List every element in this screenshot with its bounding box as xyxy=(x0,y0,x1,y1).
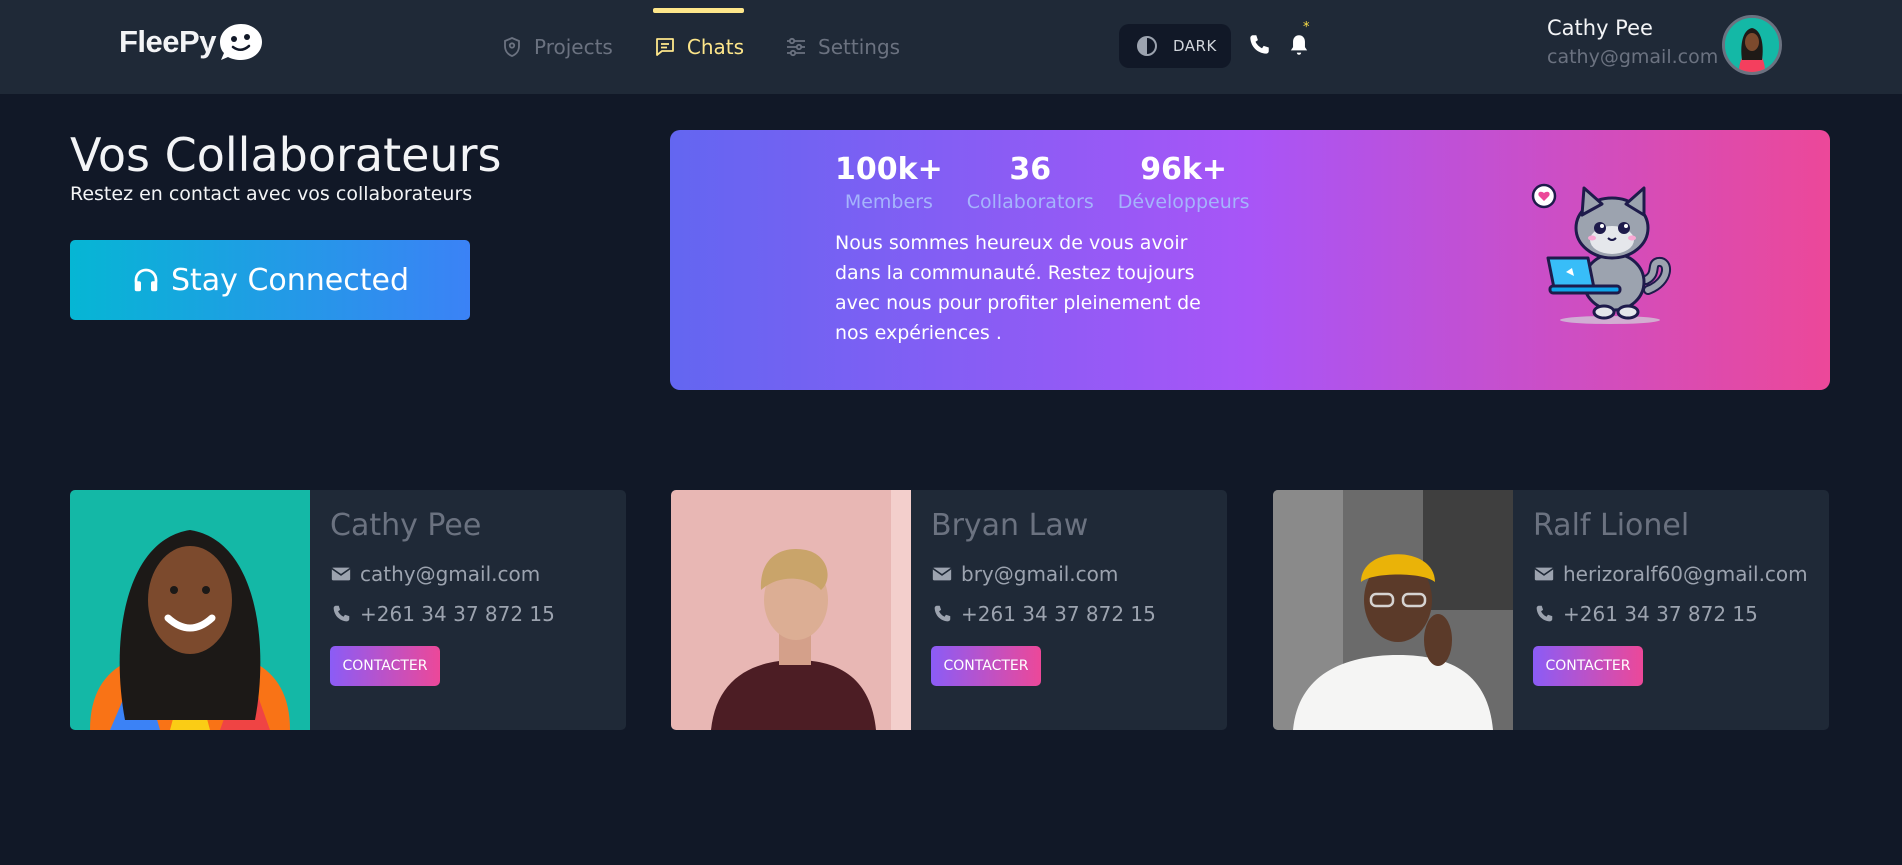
contrast-icon xyxy=(1137,36,1157,56)
nav-projects-label: Projects xyxy=(534,35,613,59)
stat-label: Collaborators xyxy=(966,191,1094,213)
user-info[interactable]: Cathy Pee cathy@gmail.com xyxy=(1547,16,1718,68)
chat-icon xyxy=(655,38,674,56)
collaborator-name: Bryan Law xyxy=(931,508,1089,543)
banner-text: Nous sommes heureux de vous avoir dans l… xyxy=(835,232,1201,344)
bell-icon[interactable] xyxy=(1286,32,1312,58)
collaborator-name: Cathy Pee xyxy=(330,508,482,543)
notification-indicator: * xyxy=(1303,20,1310,35)
page-title: Vos Collaborateurs xyxy=(70,128,502,182)
user-name: Cathy Pee xyxy=(1547,16,1653,40)
app-logo[interactable]: FleePy xyxy=(119,22,264,62)
collaborator-phone-line: +261 34 37 872 15 xyxy=(1533,602,1758,626)
collaborator-email-line: herizoralf60@gmail.com xyxy=(1533,562,1808,586)
avatar[interactable] xyxy=(1722,15,1782,75)
collaborator-email: cathy@gmail.com xyxy=(360,562,541,586)
collaborator-email-line: bry@gmail.com xyxy=(931,562,1118,586)
envelope-icon xyxy=(932,567,952,581)
stat-label: Développeurs xyxy=(1117,191,1250,213)
collaborator-card-cathy: Cathy Pee cathy@gmail.com +261 34 37 872… xyxy=(70,490,626,730)
page-subtitle: Restez en contact avec vos collaborateur… xyxy=(70,183,473,205)
stay-connected-label: Stay Connected xyxy=(170,262,410,298)
stat-value: 96k+ xyxy=(1140,152,1228,187)
stat-developers: 96k+ Développeurs xyxy=(1118,152,1250,213)
theme-toggle[interactable]: DARK xyxy=(1119,24,1231,68)
contact-button[interactable]: CONTACTER xyxy=(1533,646,1643,686)
collaborator-photo xyxy=(70,490,310,730)
collaborator-email-line: cathy@gmail.com xyxy=(330,562,540,586)
stat-collaborators: 36 Collaborators xyxy=(967,152,1094,213)
theme-label: DARK xyxy=(1173,37,1217,55)
sliders-icon xyxy=(787,37,806,57)
nav-settings-label: Settings xyxy=(818,35,901,59)
envelope-icon xyxy=(1534,567,1554,581)
headphones-icon xyxy=(134,268,158,292)
nav-settings[interactable]: Settings xyxy=(784,0,900,94)
phone-icon[interactable] xyxy=(1246,32,1272,58)
nav-projects[interactable]: Projects xyxy=(500,0,613,94)
stat-value: 36 xyxy=(1009,152,1052,187)
logo-bubble-icon xyxy=(219,24,262,60)
collaborator-card-ralf: Ralf Lionel herizoralf60@gmail.com +261 … xyxy=(1273,490,1829,730)
user-email: cathy@gmail.com xyxy=(1547,46,1719,68)
stat-value: 100k+ xyxy=(835,152,943,187)
top-header: FleePy Projects Chats Settings DARK * Ca… xyxy=(0,0,1902,94)
collaborator-phone: +261 34 37 872 15 xyxy=(1563,602,1758,626)
collaborator-photo xyxy=(1273,490,1513,730)
community-banner: 100k+ Members 36 Collaborators 96k+ Déve… xyxy=(670,130,1830,390)
main-nav: Projects Chats Settings xyxy=(500,0,940,94)
phone-icon xyxy=(333,605,350,622)
nav-chats[interactable]: Chats xyxy=(652,0,745,94)
nav-chats-label: Chats xyxy=(686,35,745,59)
collaborator-phone-line: +261 34 37 872 15 xyxy=(931,602,1156,626)
contact-button[interactable]: CONTACTER xyxy=(931,646,1041,686)
envelope-icon xyxy=(331,567,351,581)
stat-members: 100k+ Members xyxy=(835,152,943,213)
collaborator-phone: +261 34 37 872 15 xyxy=(360,602,555,626)
phone-icon xyxy=(934,605,951,622)
shield-pin-icon xyxy=(504,37,520,57)
cat-laptop-illustration xyxy=(1531,183,1671,324)
collaborator-photo xyxy=(671,490,911,730)
stay-connected-button[interactable]: Stay Connected xyxy=(70,240,470,320)
collaborator-email: herizoralf60@gmail.com xyxy=(1563,562,1808,586)
collaborator-card-bryan: Bryan Law bry@gmail.com +261 34 37 872 1… xyxy=(671,490,1227,730)
stat-label: Members xyxy=(844,191,933,213)
contact-button[interactable]: CONTACTER xyxy=(330,646,440,686)
collaborator-email: bry@gmail.com xyxy=(961,562,1119,586)
logo-text: FleePy xyxy=(119,24,216,59)
avatar-portrait xyxy=(1725,18,1779,72)
collaborator-phone: +261 34 37 872 15 xyxy=(961,602,1156,626)
collaborator-phone-line: +261 34 37 872 15 xyxy=(330,602,555,626)
collaborator-name: Ralf Lionel xyxy=(1533,508,1690,543)
stats-row: 100k+ Members 36 Collaborators 96k+ Déve… xyxy=(835,152,1273,213)
phone-icon xyxy=(1536,605,1553,622)
